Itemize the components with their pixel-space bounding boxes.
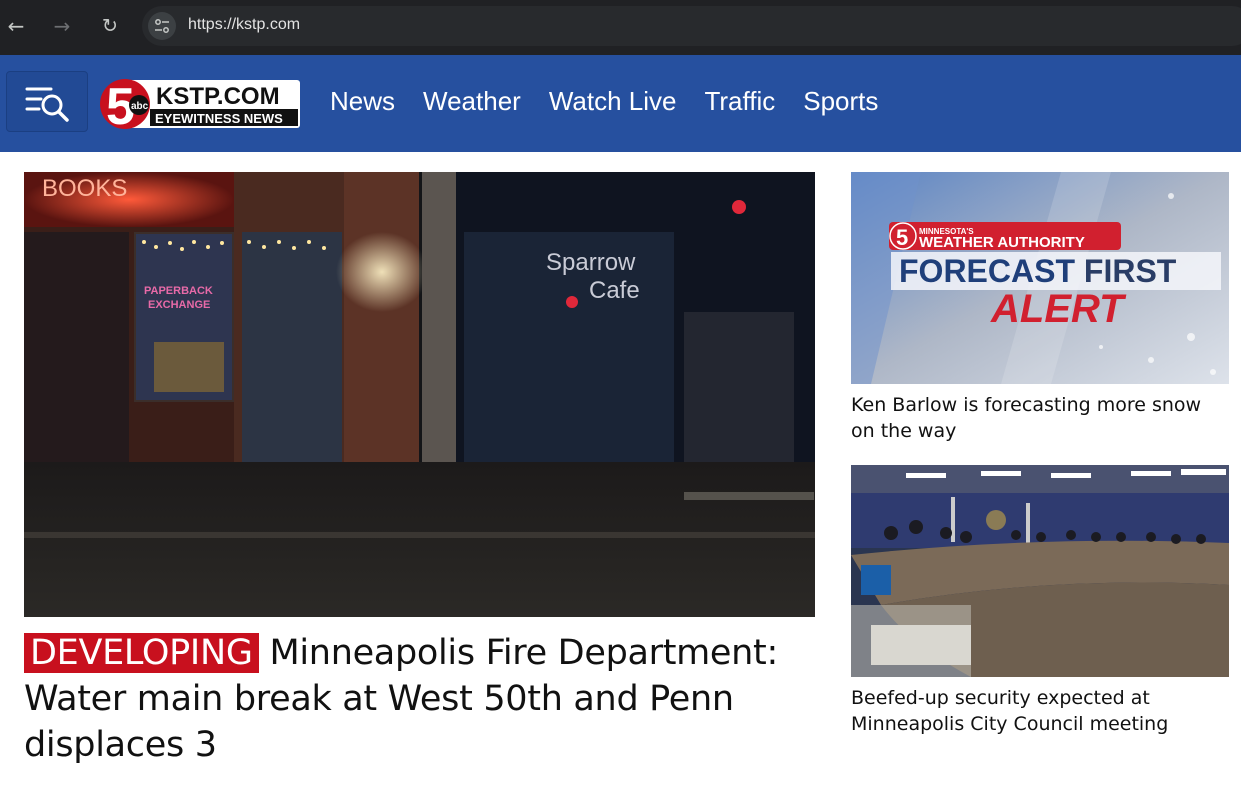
url-text[interactable]: https://kstp.com — [188, 16, 300, 34]
back-arrow-icon[interactable]: ← — [2, 12, 30, 40]
nav-watch-live[interactable]: Watch Live — [535, 83, 691, 119]
books-sign-text: BOOKS — [42, 175, 127, 202]
side-story-title[interactable]: Beefed-up security expected at Minneapol… — [851, 685, 1229, 737]
browser-toolbar: ← → ↻ https://kstp.com — [0, 0, 1241, 55]
side-story-council[interactable]: Beefed-up security expected at Minneapol… — [851, 465, 1229, 737]
paperback-sign-text: PAPERBACK — [144, 285, 213, 297]
side-story-title[interactable]: Ken Barlow is forecasting more snow on t… — [851, 392, 1229, 444]
main-story-headline[interactable]: DEVELOPING Minneapolis Fire Department: … — [24, 630, 824, 768]
kstp-logo[interactable]: KSTP.COM EYEWITNESS NEWS 5 abc — [98, 78, 301, 136]
exchange-sign-text: EXCHANGE — [148, 299, 210, 311]
logo-network-text: abc — [131, 101, 149, 112]
weather-brand-text: WEATHER AUTHORITY — [919, 234, 1085, 251]
cafe-sign-text-2: Cafe — [589, 277, 640, 304]
cafe-sign-text-1: Sparrow — [546, 249, 636, 276]
nav-news[interactable]: News — [316, 83, 409, 119]
alert-text: ALERT — [990, 287, 1127, 331]
nav-traffic[interactable]: Traffic — [690, 83, 789, 119]
developing-tag: DEVELOPING — [24, 633, 259, 673]
forecast-first-alert-image[interactable]: 5 MINNESOTA'S WEATHER AUTHORITY FORECAST… — [851, 172, 1229, 384]
reload-icon[interactable]: ↻ — [96, 12, 124, 40]
nav-weather[interactable]: Weather — [409, 83, 535, 119]
site-info-icon[interactable] — [148, 12, 176, 40]
menu-search-button[interactable] — [6, 71, 88, 132]
forecast-text: FORECAST FIRST — [899, 253, 1177, 289]
nav-sports[interactable]: Sports — [789, 83, 892, 119]
side-story-weather[interactable]: 5 MINNESOTA'S WEATHER AUTHORITY FORECAST… — [851, 172, 1229, 444]
council-meeting-image[interactable] — [851, 465, 1229, 677]
main-story-image[interactable]: BOOKS PAPERBACK EXCHANGE Sparrow Cafe — [24, 172, 815, 617]
address-bar[interactable]: https://kstp.com — [142, 6, 1241, 46]
forward-arrow-icon[interactable]: → — [48, 12, 76, 40]
logo-site-text: KSTP.COM — [156, 83, 280, 110]
logo-tagline-text: EYEWITNESS NEWS — [155, 111, 283, 126]
main-nav: News Weather Watch Live Traffic Sports — [316, 83, 892, 119]
site-header: KSTP.COM EYEWITNESS NEWS 5 abc News Weat… — [0, 55, 1241, 152]
menu-search-icon — [25, 87, 69, 122]
svg-text:5: 5 — [896, 225, 908, 250]
